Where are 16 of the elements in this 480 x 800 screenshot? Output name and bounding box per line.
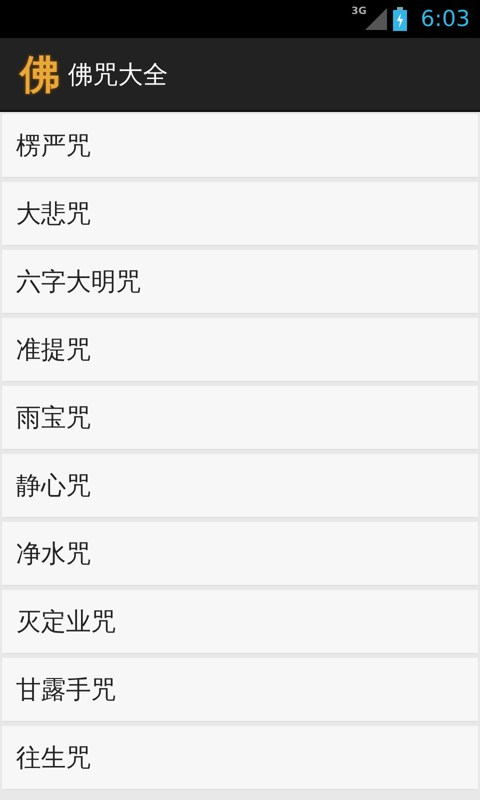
list-item[interactable]: 静心咒: [2, 454, 478, 518]
signal-icon: [364, 8, 387, 30]
network-type: 3G: [351, 6, 367, 17]
list-item[interactable]: 六字大明咒: [2, 250, 478, 314]
clock: 6:03: [420, 6, 470, 32]
list-item[interactable]: 甘露手咒: [2, 658, 478, 722]
list-item[interactable]: 灭定业咒: [2, 590, 478, 654]
list-item[interactable]: 楞严咒: [2, 114, 478, 178]
list-item[interactable]: 净水咒: [2, 522, 478, 586]
list-item[interactable]: 往生咒: [2, 726, 478, 790]
list-item[interactable]: 准提咒: [2, 318, 478, 382]
list-item[interactable]: 雨宝咒: [2, 386, 478, 450]
battery-charging-icon: [392, 7, 407, 31]
list-item[interactable]: 大悲咒: [2, 182, 478, 246]
app-title: 佛咒大全: [68, 58, 168, 90]
app-logo[interactable]: 佛: [20, 46, 60, 102]
